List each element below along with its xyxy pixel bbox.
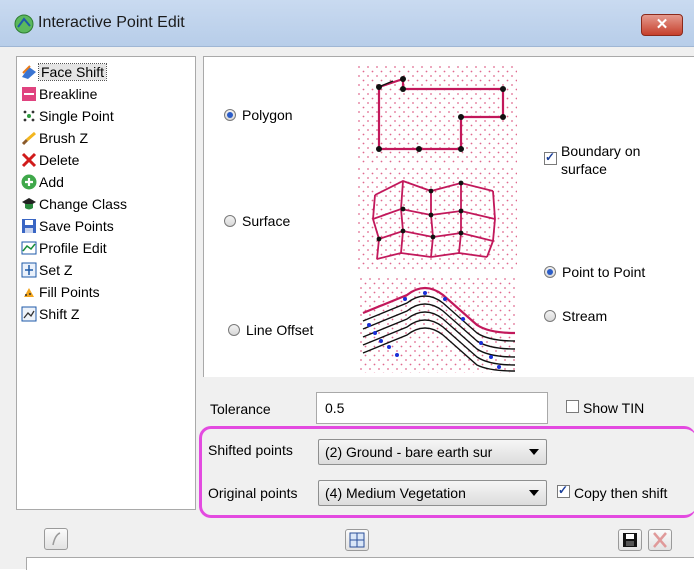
tool-label: Set Z (39, 262, 73, 278)
tool-label: Delete (39, 152, 80, 168)
checkbox-label-line2: surface (561, 161, 607, 177)
tool-profile-edit[interactable]: Profile Edit (21, 237, 107, 259)
tool-label: Brush Z (39, 130, 89, 146)
save-button[interactable] (618, 529, 642, 551)
tool-face-shift[interactable]: Face Shift (21, 61, 108, 83)
checkbox-label-line1: Boundary on (561, 143, 641, 159)
window-title: Interactive Point Edit (38, 14, 185, 31)
original-points-label: Original points (208, 485, 298, 501)
breakline-icon (22, 87, 36, 101)
radio-label: Polygon (242, 107, 293, 123)
tool-set-z[interactable]: Set Z (21, 259, 72, 281)
close-button[interactable]: ✕ (641, 14, 683, 36)
shifted-points-select[interactable]: (2) Ground - bare earth sur (318, 439, 547, 465)
tool-breakline[interactable]: Breakline (21, 83, 97, 105)
interactive-point-edit-window: Interactive Point Edit ✕ Face Shift Brea… (0, 0, 694, 570)
line-offset-diagram (359, 277, 517, 373)
chevron-down-icon (529, 449, 539, 455)
profile-icon (21, 241, 37, 255)
tool-label: Face Shift (37, 63, 108, 81)
radio-label: Stream (562, 308, 608, 324)
tool-label: Shift Z (39, 306, 80, 322)
tool-list: Face Shift Breakline Single Point Brush … (16, 56, 196, 510)
tolerance-label: Tolerance (210, 401, 271, 417)
save-disk-icon (22, 219, 36, 233)
single-point-icon (23, 110, 35, 122)
select-value: (2) Ground - bare earth sur (325, 444, 493, 460)
tool-delete[interactable]: Delete (21, 149, 79, 171)
tolerance-input[interactable]: 0.5 (316, 392, 548, 424)
radio-dot (544, 266, 556, 278)
radio-stream[interactable]: Stream (544, 308, 607, 324)
delete-x-icon (21, 152, 37, 168)
copy-then-shift-checkbox[interactable]: Copy then shift (557, 483, 668, 501)
checkbox-label: Show TIN (583, 400, 645, 416)
radio-dot (544, 310, 556, 322)
curve-tool-button[interactable] (44, 528, 68, 550)
tool-label: Single Point (39, 108, 114, 124)
tool-label: Save Points (39, 218, 114, 234)
radio-label: Surface (242, 213, 291, 229)
checkbox-label: Boundary on surface (561, 142, 640, 178)
fill-points-icon (24, 288, 34, 297)
checkbox-box (557, 483, 570, 498)
checkbox-label: Copy then shift (574, 485, 668, 501)
radio-polygon[interactable]: Polygon (224, 107, 293, 123)
checkbox-box (566, 400, 579, 413)
tool-save-points[interactable]: Save Points (21, 215, 114, 237)
tool-add[interactable]: Add (21, 171, 64, 193)
tool-shift-z[interactable]: Shift Z (21, 303, 79, 325)
title-bar: Interactive Point Edit ✕ (0, 0, 694, 47)
tool-label: Profile Edit (39, 240, 107, 256)
tool-fill-points[interactable]: Fill Points (21, 281, 100, 303)
grid-icon (349, 532, 365, 548)
radio-surface[interactable]: Surface (224, 213, 290, 229)
tool-label: Fill Points (39, 284, 100, 300)
checkbox-box (544, 150, 557, 165)
radio-dot (228, 324, 240, 336)
radio-label: Point to Point (562, 264, 646, 280)
tool-single-point[interactable]: Single Point (21, 105, 114, 127)
chevron-down-icon (529, 490, 539, 496)
radio-point-to-point[interactable]: Point to Point (544, 264, 645, 280)
curve-icon (52, 532, 61, 546)
radio-line-offset[interactable]: Line Offset (228, 322, 313, 338)
tool-label: Add (39, 174, 64, 190)
options-panel: Polygon Surface Line Offset ✓ Boundary o… (203, 56, 694, 377)
tool-label: Change Class (39, 196, 127, 212)
original-points-select[interactable]: (4) Medium Vegetation (318, 480, 547, 506)
cancel-button[interactable] (648, 529, 672, 551)
app-logo-icon (14, 14, 34, 34)
save-disk-icon (623, 533, 637, 547)
radio-dot (224, 109, 236, 121)
polygon-diagram (357, 65, 517, 163)
set-z-icon (21, 262, 37, 278)
radio-label: Line Offset (246, 322, 314, 338)
show-tin-checkbox[interactable]: Show TIN (566, 400, 644, 416)
grid-view-button[interactable] (345, 529, 369, 551)
select-value: (4) Medium Vegetation (325, 485, 466, 501)
face-shift-icon (22, 65, 36, 79)
boundary-on-surface-checkbox[interactable]: Boundary on surface (544, 142, 640, 178)
status-bar (26, 557, 694, 570)
radio-dot (224, 215, 236, 227)
tool-brush-z[interactable]: Brush Z (21, 127, 88, 149)
tool-change-class[interactable]: Change Class (21, 193, 127, 215)
tool-label: Breakline (39, 86, 98, 102)
close-icon (653, 532, 667, 548)
surface-diagram (357, 167, 517, 269)
add-plus-icon (21, 174, 37, 190)
graduation-cap-icon (22, 198, 36, 210)
shifted-points-label: Shifted points (208, 442, 293, 458)
shift-z-icon (21, 306, 37, 322)
brush-icon (21, 131, 36, 146)
